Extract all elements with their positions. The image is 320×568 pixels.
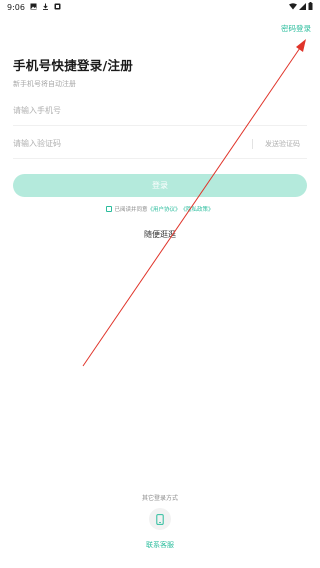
agreement-prefix: 已阅读并同意 — [114, 207, 148, 213]
send-code-button[interactable]: 发送验证码 — [265, 139, 300, 149]
image-icon — [30, 3, 37, 12]
mobile-phone-icon — [156, 510, 164, 529]
code-field: 发送验证码 — [13, 129, 307, 159]
verification-code-input[interactable] — [13, 139, 243, 148]
page-subtitle: 新手机号将自动注册 — [13, 80, 76, 88]
wifi-icon — [289, 2, 297, 12]
status-left: 9:06 — [7, 3, 61, 12]
contact-support-link[interactable]: 联系客服 — [0, 540, 320, 550]
phone-login-method-button[interactable] — [149, 508, 171, 530]
code-divider — [252, 139, 253, 149]
login-button[interactable]: 登录 — [13, 174, 307, 197]
annotation-arrow-head — [296, 39, 306, 52]
page-title: 手机号快捷登录/注册 — [13, 58, 134, 73]
browse-casually-link[interactable]: 随便逛逛 — [0, 229, 320, 240]
battery-icon — [308, 2, 313, 12]
phone-field — [13, 96, 307, 126]
password-login-link[interactable]: 密码登录 — [281, 23, 311, 34]
status-time: 9:06 — [7, 2, 25, 12]
notification-icon — [54, 3, 61, 12]
agreement-checkbox[interactable] — [106, 206, 113, 212]
phone-input[interactable] — [13, 106, 307, 115]
agreement-row: 已阅读并同意 《用户协议》 《隐私政策》 — [0, 205, 320, 213]
signal-icon — [299, 2, 306, 12]
other-login-methods-label: 其它登录方式 — [141, 495, 178, 502]
status-bar: 9:06 — [0, 0, 320, 14]
privacy-policy-link[interactable]: 《隐私政策》 — [181, 205, 214, 213]
status-right — [289, 2, 313, 12]
download-icon — [42, 3, 49, 12]
user-agreement-link[interactable]: 《用户协议》 — [147, 205, 180, 213]
